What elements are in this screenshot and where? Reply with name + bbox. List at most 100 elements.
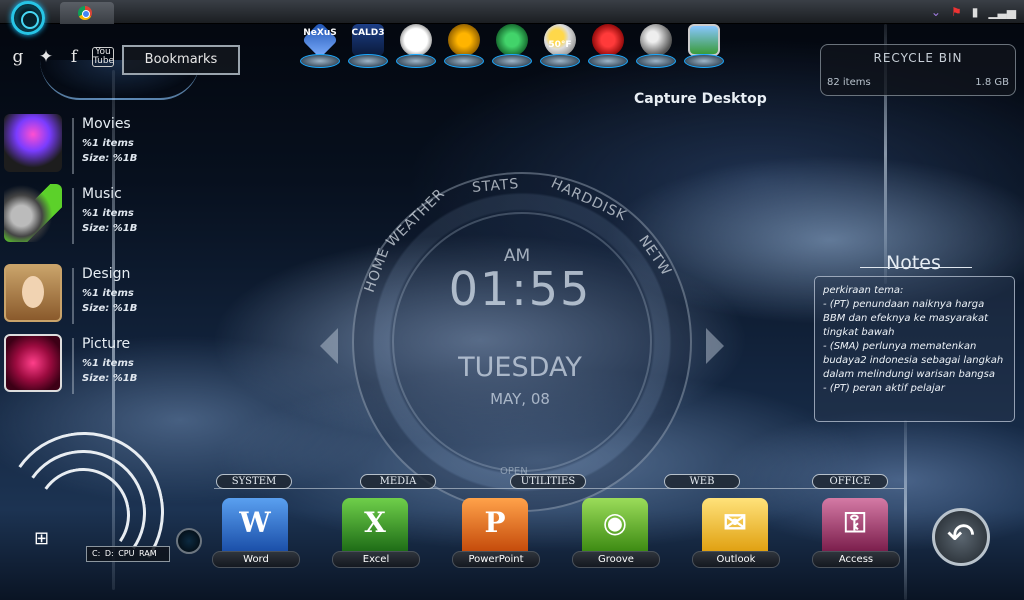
photo-icon [688, 24, 720, 56]
dock-plate [588, 54, 628, 68]
dock-plate [540, 54, 580, 68]
design-icon [4, 264, 62, 322]
folder-items: %1 items [82, 138, 134, 149]
clock-date: MAY, 08 [490, 390, 550, 408]
picture-icon [4, 334, 62, 392]
recycle-bin-items: 82 items [827, 77, 871, 88]
resource-meter: C: D: CPU RAM [86, 546, 170, 562]
folder-items: %1 items [82, 208, 134, 219]
dock-item-recycle[interactable] [490, 24, 534, 70]
top-dock: NeXuS CALD3 50°F [298, 21, 728, 70]
social-bar: g ✦ f You Tube [8, 47, 114, 67]
folder-picture[interactable]: Picture %1 items Size: %1B [4, 334, 154, 404]
folder-size: Size: %1B [82, 303, 138, 314]
divider [72, 338, 74, 394]
app-groove[interactable]: ◉ Groove [572, 498, 662, 570]
folder-size: Size: %1B [82, 373, 138, 384]
dock-item-hazard[interactable] [586, 24, 630, 70]
access-glyph: ⚿ [844, 506, 866, 539]
app-access[interactable]: ⚿ Access [812, 498, 902, 570]
battery-icon[interactable]: ▮ [972, 3, 979, 21]
dock-plate [492, 54, 532, 68]
clock-day: TUESDAY [458, 352, 582, 383]
chrome-tab[interactable] [60, 2, 114, 24]
start-orb-icon[interactable] [11, 1, 45, 35]
recycle-bin-panel[interactable]: RECYCLE BIN 82 items 1.8 GB [820, 44, 1016, 96]
dock-plate [348, 54, 388, 68]
chevron-down-icon[interactable]: ⌄ [931, 3, 941, 21]
hazard-icon [592, 24, 624, 56]
right-rail-lower [904, 420, 907, 600]
divider [72, 268, 74, 324]
app-powerpoint[interactable]: P PowerPoint [452, 498, 542, 570]
signal-icon[interactable]: ▁▃▅ [988, 3, 1016, 21]
meter-knob-icon[interactable] [176, 528, 202, 554]
app-label: Groove [572, 551, 660, 568]
owl-icon[interactable]: ✦ [36, 47, 56, 67]
windows-logo-icon[interactable]: ⊞ [34, 528, 49, 549]
dock-item-cald3[interactable]: CALD3 [346, 24, 390, 70]
recycle-bin-title: RECYCLE BIN [873, 51, 963, 65]
taskbar: ⌄ ⚑ ▮ ▁▃▅ [0, 0, 1024, 24]
facebook-icon[interactable]: f [64, 47, 84, 67]
tab-web[interactable]: WEB [664, 474, 740, 489]
tab-system[interactable]: SYSTEM [216, 474, 292, 489]
clock-icon [400, 24, 432, 56]
app-label: Outlook [692, 551, 780, 568]
dock-label: 50°F [548, 40, 572, 50]
folder-design[interactable]: Design %1 items Size: %1B [4, 264, 154, 334]
bookmarks-button[interactable]: Bookmarks [122, 45, 240, 75]
folder-items: %1 items [82, 288, 134, 299]
tab-utilities[interactable]: UTILITIES [510, 474, 586, 489]
music-icon [4, 184, 62, 242]
google-icon[interactable]: g [8, 47, 28, 67]
app-label: Excel [332, 551, 420, 568]
excel-glyph: X [364, 506, 386, 539]
app-word[interactable]: W Word [212, 498, 302, 570]
dock-item-globe[interactable] [634, 24, 678, 70]
folder-music[interactable]: Music %1 items Size: %1B [4, 184, 154, 254]
system-tray: ⌄ ⚑ ▮ ▁▃▅ [931, 3, 1016, 21]
divider [72, 118, 74, 174]
dock-plate [684, 54, 724, 68]
folder-title: Music [82, 186, 122, 202]
groove-glyph: ◉ [602, 506, 628, 539]
back-button[interactable]: ↶ [932, 508, 990, 566]
folder-size: Size: %1B [82, 153, 138, 164]
youtube-icon[interactable]: You Tube [92, 47, 114, 67]
dock-item-nexus[interactable]: NeXuS [298, 21, 342, 70]
flag-icon[interactable]: ⚑ [951, 3, 962, 21]
app-label: Word [212, 551, 300, 568]
chrome-icon [78, 6, 92, 20]
dock-label: NeXuS [303, 28, 337, 38]
app-label: Access [812, 551, 900, 568]
app-label: PowerPoint [452, 551, 540, 568]
clock-next-arrow[interactable] [706, 328, 724, 364]
folder-movies[interactable]: Movies %1 items Size: %1B [4, 114, 154, 184]
divider [72, 188, 74, 244]
folder-title: Design [82, 266, 131, 282]
folder-items: %1 items [82, 358, 134, 369]
capture-desktop-link[interactable]: Capture Desktop [634, 91, 767, 107]
tab-office[interactable]: OFFICE [812, 474, 888, 489]
folder-title: Movies [82, 116, 131, 132]
dock-plate [636, 54, 676, 68]
app-excel[interactable]: X Excel [332, 498, 422, 570]
word-glyph: W [239, 506, 271, 539]
dock-item-clock[interactable] [394, 24, 438, 70]
notes-divider [860, 267, 972, 268]
folder-title: Picture [82, 336, 131, 352]
dock-plate [396, 54, 436, 68]
recycle-bin-size: 1.8 GB [975, 77, 1009, 88]
dock-plate [300, 54, 340, 68]
dock-item-photo[interactable] [682, 24, 726, 70]
clock-prev-arrow[interactable] [320, 328, 338, 364]
clock-time: 01:55 [448, 262, 592, 316]
tab-media[interactable]: MEDIA [360, 474, 436, 489]
notes-textarea[interactable]: perkiraan tema: - (PT) penundaan naiknya… [814, 276, 1015, 422]
dock-item-aimp[interactable] [442, 24, 486, 70]
app-outlook[interactable]: ✉ Outlook [692, 498, 782, 570]
dock-item-weather[interactable]: 50°F [538, 24, 582, 70]
powerpoint-glyph: P [484, 506, 506, 539]
recycle-icon [496, 24, 528, 56]
